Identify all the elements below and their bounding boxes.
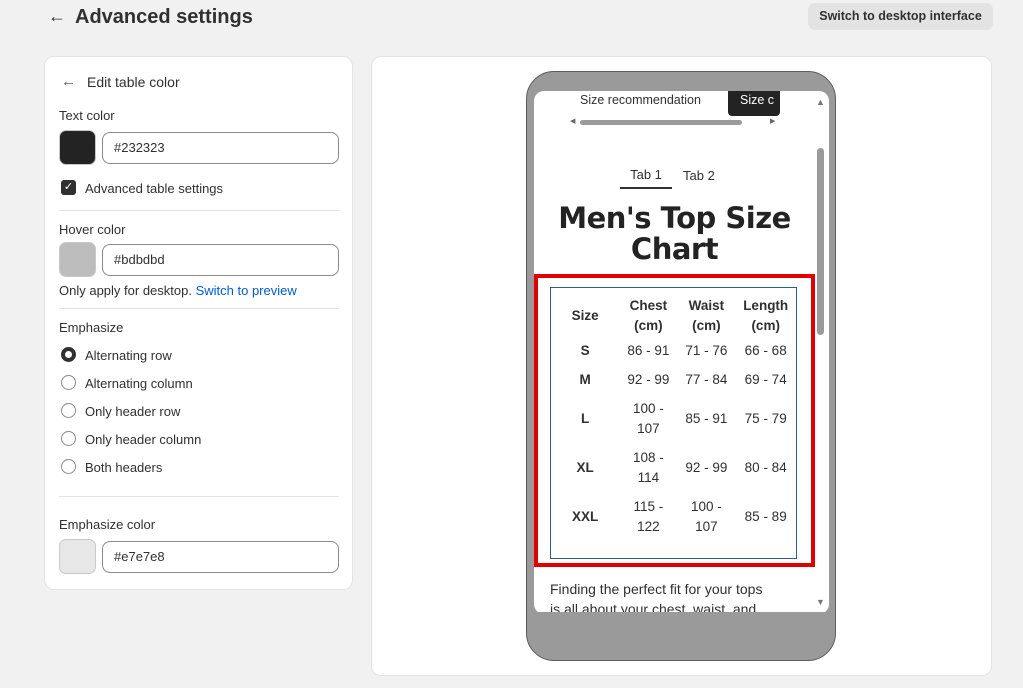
cell-size: L — [581, 411, 590, 426]
size-chart-tab-strip: Size recommendation Size c ◀ ▶ — [534, 91, 784, 125]
chart-title-line-1: Men's Top Size — [558, 201, 791, 235]
vertical-scrollbar[interactable] — [817, 148, 824, 335]
cell-waist: 71 - 76 — [685, 343, 728, 358]
switch-to-preview-link[interactable]: Switch to preview — [196, 283, 297, 298]
advanced-table-settings-checkbox[interactable]: ✓ — [61, 180, 76, 195]
panel-title: Edit table color — [87, 74, 180, 90]
header-waist: Waist (cm) — [688, 298, 725, 333]
table-header-row: Size Chest (cm) Waist (cm) Length (cm) — [551, 296, 796, 336]
radio-label-alternating-row: Alternating row — [85, 348, 172, 363]
table-row: M 92 - 99 77 - 84 69 - 74 — [551, 366, 796, 394]
hover-color-input[interactable]: #bdbdbd — [102, 244, 339, 276]
radio-label-only-header-column: Only header column — [85, 432, 202, 447]
advanced-table-settings-label: Advanced table settings — [85, 181, 224, 196]
hover-note-text: Only apply for desktop. — [59, 283, 192, 298]
cell-waist: 85 - 91 — [685, 411, 728, 426]
emphasize-color-label: Emphasize color — [59, 517, 156, 532]
page-title: Advanced settings — [75, 6, 253, 28]
header-chest: Chest (cm) — [629, 298, 668, 333]
hover-color-label: Hover color — [59, 222, 126, 237]
emphasize-color-swatch[interactable] — [59, 539, 96, 574]
phone-screen: Size recommendation Size c ◀ ▶ ▲ ▼ Tab 1… — [534, 91, 829, 614]
radio-only-header-row[interactable] — [61, 403, 76, 418]
cell-chest: 100 -107 — [632, 401, 664, 436]
table-row: S 86 - 91 71 - 76 66 - 68 — [551, 336, 796, 366]
phone-bottom-bezel — [534, 612, 829, 626]
radio-alternating-row[interactable] — [61, 347, 76, 362]
cell-chest: 108 -114 — [632, 450, 664, 485]
horizontal-scrollbar[interactable] — [580, 120, 742, 125]
size-table-frame: Size Chest (cm) Waist (cm) Length (cm) S 86… — [550, 287, 797, 559]
cell-chest: 92 - 99 — [627, 372, 670, 387]
header-size: Size — [571, 308, 599, 323]
scroll-right-icon[interactable]: ▶ — [770, 117, 775, 125]
divider — [59, 210, 339, 211]
tab-size-chart[interactable]: Size c — [728, 91, 780, 116]
radio-both-headers[interactable] — [61, 459, 76, 474]
description-line-1: Finding the perfect fit for your tops — [550, 581, 763, 597]
scroll-left-icon[interactable]: ◀ — [570, 117, 575, 125]
radio-only-header-column[interactable] — [61, 431, 76, 446]
divider — [59, 308, 339, 309]
cell-length: 80 - 84 — [744, 460, 787, 475]
cell-waist: 77 - 84 — [685, 372, 728, 387]
header-length: Length (cm) — [743, 298, 789, 333]
text-color-swatch[interactable] — [59, 130, 96, 165]
table-row: XXL 115 -122 100 -107 85 - 89 — [551, 492, 796, 542]
size-chart-description: Finding the perfect fit for your tops is… — [550, 579, 800, 614]
radio-label-only-header-row: Only header row — [85, 404, 181, 419]
cell-size: XXL — [572, 509, 599, 524]
radio-label-both-headers: Both headers — [85, 460, 163, 475]
back-arrow-icon[interactable]: ← — [48, 6, 66, 26]
hover-color-swatch[interactable] — [59, 242, 96, 277]
cell-chest: 86 - 91 — [627, 343, 670, 358]
cell-size: S — [580, 343, 590, 358]
size-chart-title: Men's Top Size Chart — [548, 203, 801, 265]
chart-title-line-2: Chart — [630, 232, 719, 266]
switch-to-desktop-button[interactable]: Switch to desktop interface — [808, 3, 993, 30]
inner-tab-1[interactable]: Tab 1 — [620, 167, 672, 189]
table-row: L 100 -107 85 - 91 75 - 79 — [551, 394, 796, 444]
settings-panel: ← Edit table color Text color #232323 ✓ … — [44, 56, 353, 590]
emphasize-label: Emphasize — [59, 320, 124, 335]
tab-size-recommendation[interactable]: Size recommendation — [580, 93, 701, 107]
emphasize-color-input[interactable]: #e7e7e8 — [102, 541, 339, 573]
text-color-input[interactable]: #232323 — [102, 132, 339, 164]
inner-tab-2[interactable]: Tab 2 — [683, 168, 715, 183]
panel-back-arrow-icon[interactable]: ← — [61, 73, 76, 90]
scroll-down-icon[interactable]: ▼ — [816, 597, 825, 607]
cell-length: 66 - 68 — [744, 343, 787, 358]
scroll-up-icon[interactable]: ▲ — [816, 97, 825, 107]
cell-waist: 100 -107 — [691, 499, 722, 534]
divider — [59, 496, 339, 497]
cell-size: XL — [576, 460, 594, 475]
text-color-label: Text color — [59, 108, 115, 123]
cell-length: 75 - 79 — [744, 411, 787, 426]
radio-label-alternating-column: Alternating column — [85, 376, 193, 391]
radio-alternating-column[interactable] — [61, 375, 76, 390]
cell-waist: 92 - 99 — [685, 460, 728, 475]
cell-length: 85 - 89 — [744, 509, 787, 524]
top-bar: ← Advanced settings Switch to desktop in… — [0, 0, 1023, 36]
table-row: XL 108 -114 92 - 99 80 - 84 — [551, 444, 796, 492]
cell-length: 69 - 74 — [744, 372, 787, 387]
cell-size: M — [579, 372, 591, 387]
cell-chest: 115 -122 — [633, 499, 664, 534]
size-table: Size Chest (cm) Waist (cm) Length (cm) S 86… — [551, 296, 796, 542]
hover-note: Only apply for desktop. Switch to previe… — [59, 283, 297, 298]
